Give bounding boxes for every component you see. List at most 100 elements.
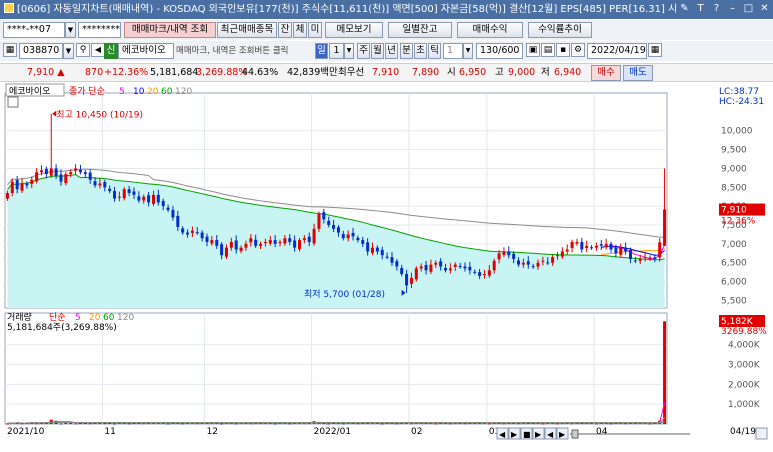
volume-ma-period-label: 120	[117, 313, 134, 323]
candle-body	[502, 251, 506, 255]
stock-code-dropdown-icon[interactable]: ▼	[63, 43, 74, 59]
price-axis-label: 10,000	[721, 127, 753, 137]
profit-trend-button[interactable]: 수익률추이	[528, 22, 592, 38]
calendar-icon[interactable]: ▦	[648, 43, 662, 57]
password-input[interactable]: ********	[78, 22, 121, 38]
period-count-dropdown-icon[interactable]: ▼	[344, 43, 354, 59]
memo-button[interactable]: 메모보기	[325, 22, 383, 38]
volume-value: 5,181,684	[150, 67, 199, 78]
stock-name[interactable]: 에코바이오	[118, 43, 174, 59]
window-title: [0606] 자동일지차트(매매내역) - KOSDAQ 외국인보유[177(천…	[17, 4, 678, 15]
period-year[interactable]: 년	[385, 43, 398, 59]
account-select[interactable]: ****-**07	[3, 22, 65, 38]
candle-body	[653, 257, 657, 259]
candle-body	[487, 270, 491, 276]
candle-body	[366, 242, 370, 252]
grid-toggle-icon[interactable]	[7, 96, 19, 108]
candle-body	[419, 266, 423, 269]
tick-count-dropdown-icon[interactable]: ▼	[463, 43, 473, 59]
range-input[interactable]: 130/600	[476, 43, 523, 59]
market-badge: 신	[104, 43, 118, 59]
close-icon[interactable]: ✕	[758, 1, 771, 16]
current-volume-pct: 3269.88%	[721, 327, 767, 337]
candle-body	[327, 220, 331, 226]
candle-body	[643, 257, 647, 259]
help-icon[interactable]: ?	[710, 1, 723, 16]
tab-recent-trades[interactable]: 최근매매종목	[217, 22, 277, 38]
period-day[interactable]: 일	[315, 43, 328, 59]
ma-label: 종가 단순	[69, 86, 105, 97]
sell-button[interactable]: 매도	[623, 65, 653, 81]
chart-type-icon[interactable]: ▣	[526, 43, 540, 57]
volume-bar	[220, 423, 224, 425]
candle-body	[302, 238, 306, 241]
best-bid: 7,890	[412, 67, 440, 78]
candle-body	[555, 255, 559, 257]
zoom-slider-handle[interactable]	[571, 429, 579, 439]
search-icon[interactable]: ⚲	[76, 43, 90, 57]
grid-icon[interactable]: ▦	[3, 43, 17, 57]
candle-body	[127, 189, 131, 193]
toolbar-account: ****-**07 ▼ ******** 매매마크/내역 조회 최근매매종목 잔…	[0, 20, 773, 40]
candle-body	[103, 182, 107, 188]
panel-menu-button[interactable]	[755, 427, 768, 440]
x-axis-label: 02	[411, 427, 422, 437]
tab-unexecuted[interactable]: 미	[308, 22, 322, 38]
candle-body	[439, 261, 443, 267]
period-week[interactable]: 주	[357, 43, 370, 59]
candle-body	[122, 189, 126, 199]
candle-body	[492, 260, 496, 271]
minimize-icon[interactable]: –	[726, 1, 739, 16]
table-icon[interactable]: ▤	[541, 43, 555, 57]
period-minute[interactable]: 분	[400, 43, 413, 59]
candle-body	[429, 264, 433, 272]
candle-body	[521, 262, 525, 265]
candle-body	[186, 232, 190, 235]
candle-body	[190, 230, 194, 233]
scroll-arrow-icon: ◀	[547, 430, 554, 439]
maximize-icon[interactable]: □	[742, 1, 755, 16]
trade-profit-button[interactable]: 매매수익	[457, 22, 523, 38]
price-axis-label: 7,000	[721, 240, 747, 250]
volume-axis-label: 4,000K	[728, 341, 761, 351]
period-count[interactable]: 1	[329, 43, 344, 59]
candle-body	[560, 251, 564, 257]
daily-balance-button[interactable]: 일별잔고	[388, 22, 452, 38]
x-axis-label: 2021/10	[7, 427, 45, 437]
candle-body	[609, 243, 613, 250]
stock-chart[interactable]: 5,5006,0006,5007,0007,5008,0008,5009,000…	[0, 83, 773, 452]
font-icon[interactable]: T	[694, 1, 707, 16]
account-dropdown-icon[interactable]: ▼	[65, 22, 76, 38]
edit-icon[interactable]: ✎	[678, 1, 691, 16]
settings-icon[interactable]: ⚙	[571, 43, 585, 57]
volume-axis-label: 3,000K	[728, 361, 761, 371]
tab-balance[interactable]: 잔	[278, 22, 292, 38]
buy-button[interactable]: 매수	[591, 65, 621, 81]
tick-count-input[interactable]: 1	[443, 43, 463, 59]
lc-value: LC:38.77	[719, 87, 759, 97]
candle-body	[44, 168, 48, 175]
period-month[interactable]: 월	[371, 43, 384, 59]
tab-trade-mark[interactable]: 매매마크/내역 조회	[124, 22, 216, 38]
price-axis-label: 8,500	[721, 183, 747, 193]
tab-executed[interactable]: 체	[293, 22, 307, 38]
high-label: 고	[495, 67, 504, 78]
stock-code-input[interactable]: 038870	[19, 43, 63, 59]
candle-body	[142, 196, 146, 201]
period-tick[interactable]: 틱	[428, 43, 441, 59]
candle-body	[117, 196, 121, 198]
period-second[interactable]: 초	[414, 43, 427, 59]
candle-body	[341, 234, 345, 239]
volume-bar	[487, 423, 491, 425]
candle-body	[590, 247, 594, 249]
candle-body	[220, 244, 224, 256]
date-input[interactable]: 2022/04/19	[587, 43, 647, 59]
candle-body	[181, 228, 185, 233]
save-icon[interactable]: ▪	[556, 43, 570, 57]
candle-body	[414, 268, 418, 280]
stock-label: 에코바이오	[9, 86, 50, 97]
candle-body	[624, 247, 628, 252]
candle-body	[195, 232, 199, 234]
speaker-icon[interactable]: ◀	[91, 43, 105, 57]
candle-body	[20, 183, 24, 191]
